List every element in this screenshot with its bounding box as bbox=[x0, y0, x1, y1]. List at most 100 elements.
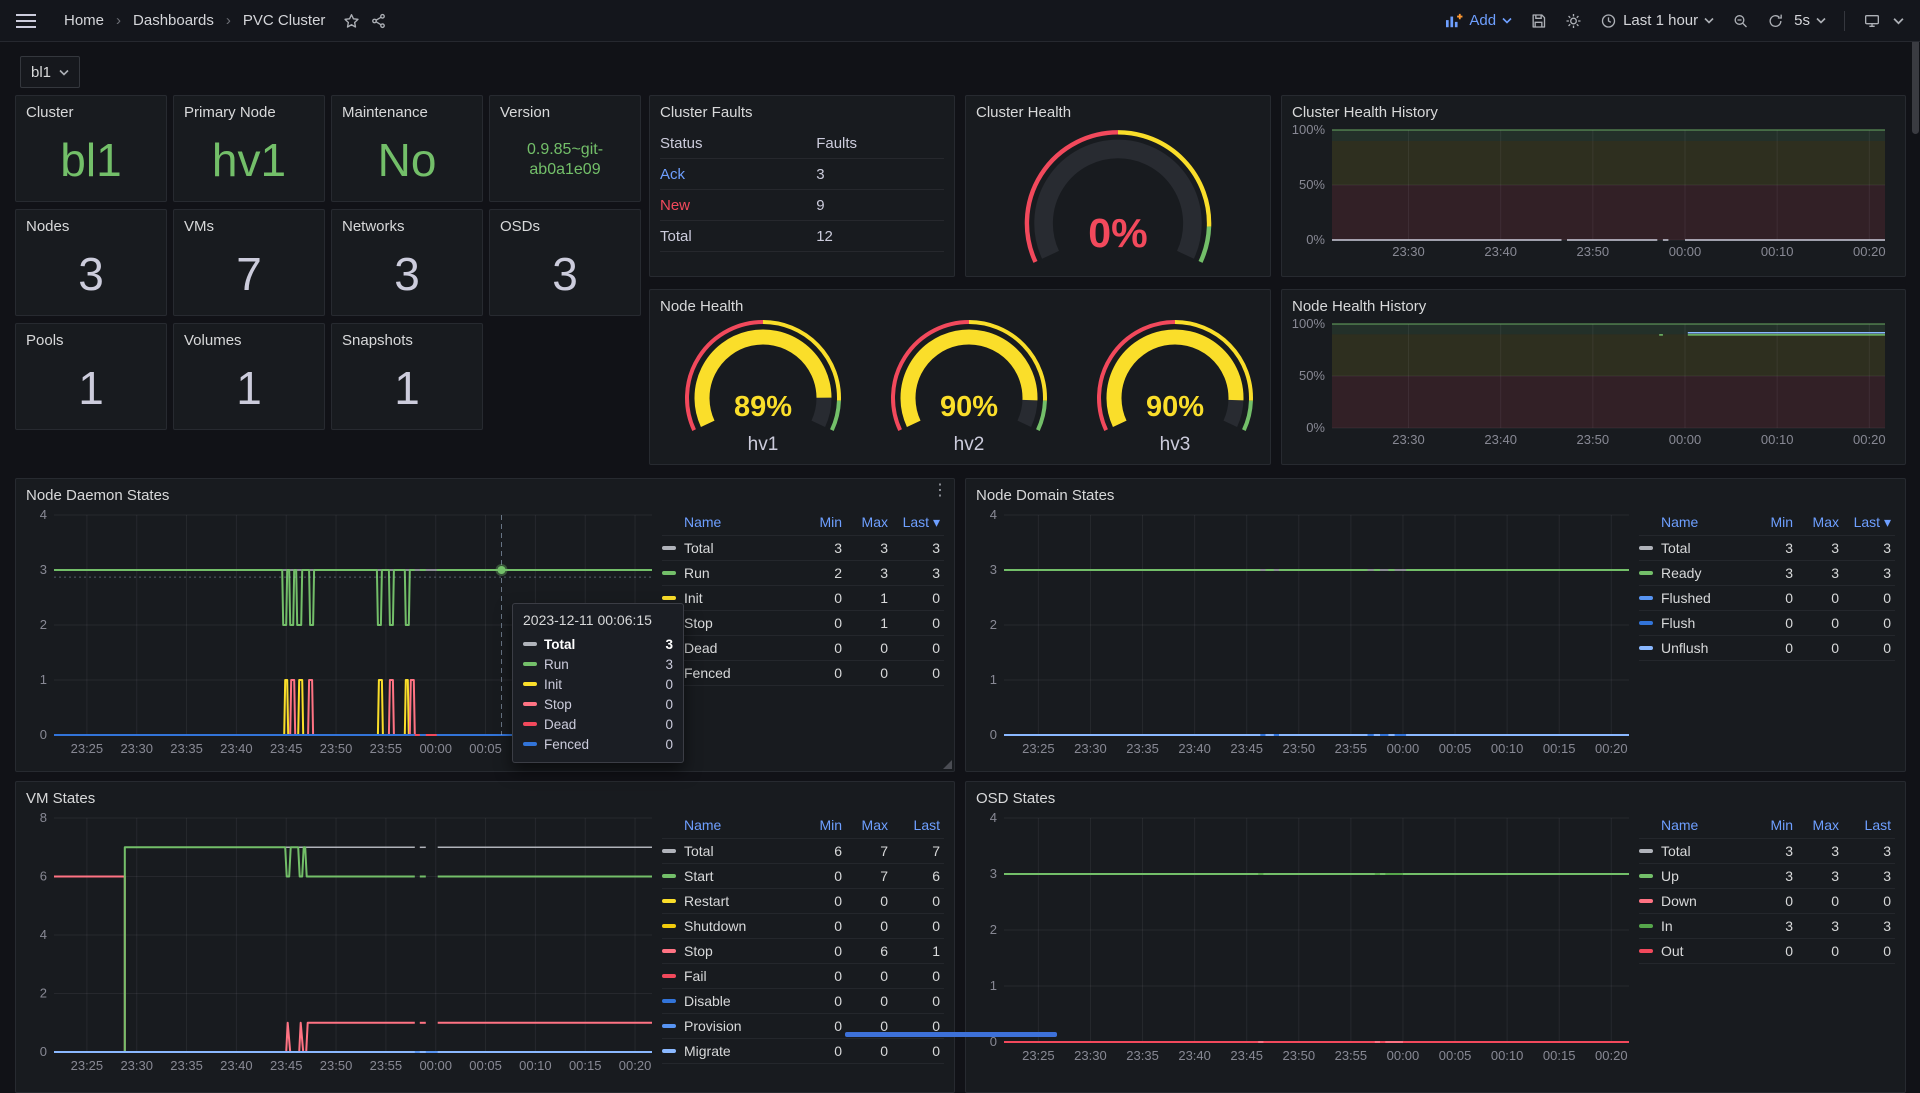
legend-series-ready[interactable]: Ready bbox=[1639, 565, 1751, 581]
legend-col-last[interactable]: Last bbox=[1843, 817, 1895, 833]
share-icon[interactable] bbox=[370, 13, 387, 29]
legend-value: 0 bbox=[1797, 615, 1843, 631]
node-health-history-chart[interactable]: 0%50%100%23:3023:4023:5000:0000:1000:20 bbox=[1292, 318, 1895, 456]
legend-col-min[interactable]: Min bbox=[800, 514, 846, 530]
legend-series-start[interactable]: Start bbox=[662, 868, 800, 884]
kiosk-mode-button[interactable] bbox=[1863, 13, 1881, 29]
legend-value: 3 bbox=[1843, 868, 1895, 884]
svg-text:23:40: 23:40 bbox=[1484, 244, 1517, 259]
legend-col-last[interactable]: Last bbox=[892, 817, 944, 833]
panel-node-health-history: Node Health History 0%50%100%23:3023:402… bbox=[1281, 289, 1906, 465]
svg-text:00:00: 00:00 bbox=[419, 741, 452, 756]
legend-col-min[interactable]: Min bbox=[1751, 817, 1797, 833]
legend-col-min[interactable]: Min bbox=[1751, 514, 1797, 530]
legend-col-name[interactable]: Name bbox=[662, 514, 800, 530]
legend-row: Total333 bbox=[662, 536, 944, 561]
legend-series-migrate[interactable]: Migrate bbox=[662, 1043, 800, 1059]
osd-states-chart[interactable]: 0123423:2523:3023:3523:4023:4523:5023:55… bbox=[976, 810, 1639, 1084]
legend-col-name[interactable]: Name bbox=[662, 817, 800, 833]
legend-series-in[interactable]: In bbox=[1639, 918, 1751, 934]
faults-col-status[interactable]: Status bbox=[660, 135, 816, 152]
legend-value: 0 bbox=[800, 993, 846, 1009]
svg-text:23:55: 23:55 bbox=[1335, 1048, 1368, 1063]
legend-col-max[interactable]: Max bbox=[1797, 514, 1843, 530]
refresh-button[interactable] bbox=[1767, 13, 1784, 29]
legend-col-name[interactable]: Name bbox=[1639, 514, 1751, 530]
add-button[interactable]: Add bbox=[1445, 12, 1512, 29]
zoom-out-button[interactable] bbox=[1732, 13, 1749, 29]
legend-row: In333 bbox=[1639, 914, 1895, 939]
vm-states-chart[interactable]: 0246823:2523:3023:3523:4023:4523:5023:55… bbox=[26, 810, 662, 1084]
tooltip-row: Init0 bbox=[523, 674, 673, 694]
time-range-picker[interactable]: Last 1 hour bbox=[1600, 12, 1714, 29]
legend-series-total[interactable]: Total bbox=[662, 843, 800, 859]
chart-tooltip: 2023-12-11 00:06:15 Total3Run3Init0Stop0… bbox=[512, 603, 684, 763]
svg-text:00:05: 00:05 bbox=[1439, 1048, 1472, 1063]
tooltip-row: Run3 bbox=[523, 654, 673, 674]
series-color-swatch bbox=[662, 1049, 676, 1053]
toolbar-expand-button[interactable] bbox=[1893, 17, 1904, 25]
legend-series-run[interactable]: Run bbox=[662, 565, 800, 581]
node-domain-states-chart[interactable]: 0123423:2523:3023:3523:4023:4523:5023:55… bbox=[976, 507, 1639, 763]
legend-series-unflush[interactable]: Unflush bbox=[1639, 640, 1751, 656]
legend-col-max[interactable]: Max bbox=[1797, 817, 1843, 833]
legend-value: 3 bbox=[1797, 918, 1843, 934]
variable-dropdown-cluster[interactable]: bl1 bbox=[20, 56, 80, 88]
legend-series-restart[interactable]: Restart bbox=[662, 893, 800, 909]
legend-col-min[interactable]: Min bbox=[800, 817, 846, 833]
legend-series-total[interactable]: Total bbox=[1639, 843, 1751, 859]
legend-series-flushed[interactable]: Flushed bbox=[1639, 590, 1751, 606]
legend-series-down[interactable]: Down bbox=[1639, 893, 1751, 909]
legend-value: 1 bbox=[846, 615, 892, 631]
panel-node-domain-states: Node Domain States 0123423:2523:3023:352… bbox=[965, 478, 1906, 772]
legend-series-stop[interactable]: Stop bbox=[662, 943, 800, 959]
legend-row: Flushed000 bbox=[1639, 586, 1895, 611]
save-dashboard-button[interactable] bbox=[1530, 13, 1547, 29]
dashboard-settings-button[interactable] bbox=[1565, 13, 1582, 29]
legend-series-total[interactable]: Total bbox=[662, 540, 800, 556]
fault-status[interactable]: New bbox=[660, 197, 816, 214]
svg-text:0%: 0% bbox=[1088, 210, 1147, 256]
node-daemon-states-chart[interactable]: 2023-12-11 00:06:15 Total3Run3Init0Stop0… bbox=[26, 507, 662, 763]
cluster-health-history-chart[interactable]: 0%50%100%23:3023:4023:5000:0000:1000:20 bbox=[1292, 124, 1895, 268]
legend-value: 0 bbox=[1751, 640, 1797, 656]
panel-osd-states: OSD States 0123423:2523:3023:3523:4023:4… bbox=[965, 781, 1906, 1093]
legend-row: Down000 bbox=[1639, 889, 1895, 914]
legend-series-out[interactable]: Out bbox=[1639, 943, 1751, 959]
legend-series-up[interactable]: Up bbox=[1639, 868, 1751, 884]
tooltip-rows: Total3Run3Init0Stop0Dead0Fenced0 bbox=[523, 634, 673, 754]
legend-series-shutdown[interactable]: Shutdown bbox=[662, 918, 800, 934]
panel-resize-handle[interactable] bbox=[943, 760, 952, 769]
legend-col-last[interactable]: Last ▾ bbox=[1843, 514, 1895, 531]
legend-col-max[interactable]: Max bbox=[846, 817, 892, 833]
menu-icon[interactable] bbox=[16, 14, 36, 28]
legend-value: 0 bbox=[1797, 590, 1843, 606]
legend-series-total[interactable]: Total bbox=[1639, 540, 1751, 556]
legend-col-max[interactable]: Max bbox=[846, 514, 892, 530]
legend-series-flush[interactable]: Flush bbox=[1639, 615, 1751, 631]
legend-series-provision[interactable]: Provision bbox=[662, 1018, 800, 1034]
star-icon[interactable] bbox=[343, 13, 360, 29]
stat-title: Pools bbox=[26, 330, 156, 352]
panel-menu-icon[interactable]: ⋮ bbox=[932, 483, 948, 499]
tooltip-row: Stop0 bbox=[523, 694, 673, 714]
tooltip-time: 2023-12-11 00:06:15 bbox=[523, 612, 673, 628]
refresh-interval-picker[interactable]: 5s bbox=[1794, 12, 1826, 29]
faults-col-faults[interactable]: Faults bbox=[816, 135, 944, 152]
svg-text:23:30: 23:30 bbox=[120, 1058, 153, 1073]
breadcrumb-home[interactable]: Home bbox=[64, 12, 104, 29]
legend-col-name[interactable]: Name bbox=[1639, 817, 1751, 833]
series-color-swatch bbox=[662, 874, 676, 878]
breadcrumb-dashboards[interactable]: Dashboards bbox=[133, 12, 214, 29]
svg-text:4: 4 bbox=[990, 810, 997, 825]
panel-title: Cluster Faults bbox=[660, 102, 944, 124]
legend-col-last[interactable]: Last ▾ bbox=[892, 514, 944, 531]
node-gauges: 89%hv190%hv290%hv3 bbox=[660, 318, 1260, 456]
legend-value: 0 bbox=[846, 640, 892, 656]
legend-series-fail[interactable]: Fail bbox=[662, 968, 800, 984]
legend-series-disable[interactable]: Disable bbox=[662, 993, 800, 1009]
fault-status[interactable]: Ack bbox=[660, 166, 816, 183]
gauge-label: hv1 bbox=[748, 434, 779, 456]
svg-text:00:10: 00:10 bbox=[519, 1058, 552, 1073]
horizontal-scrollbar-thumb[interactable] bbox=[845, 1032, 1057, 1037]
